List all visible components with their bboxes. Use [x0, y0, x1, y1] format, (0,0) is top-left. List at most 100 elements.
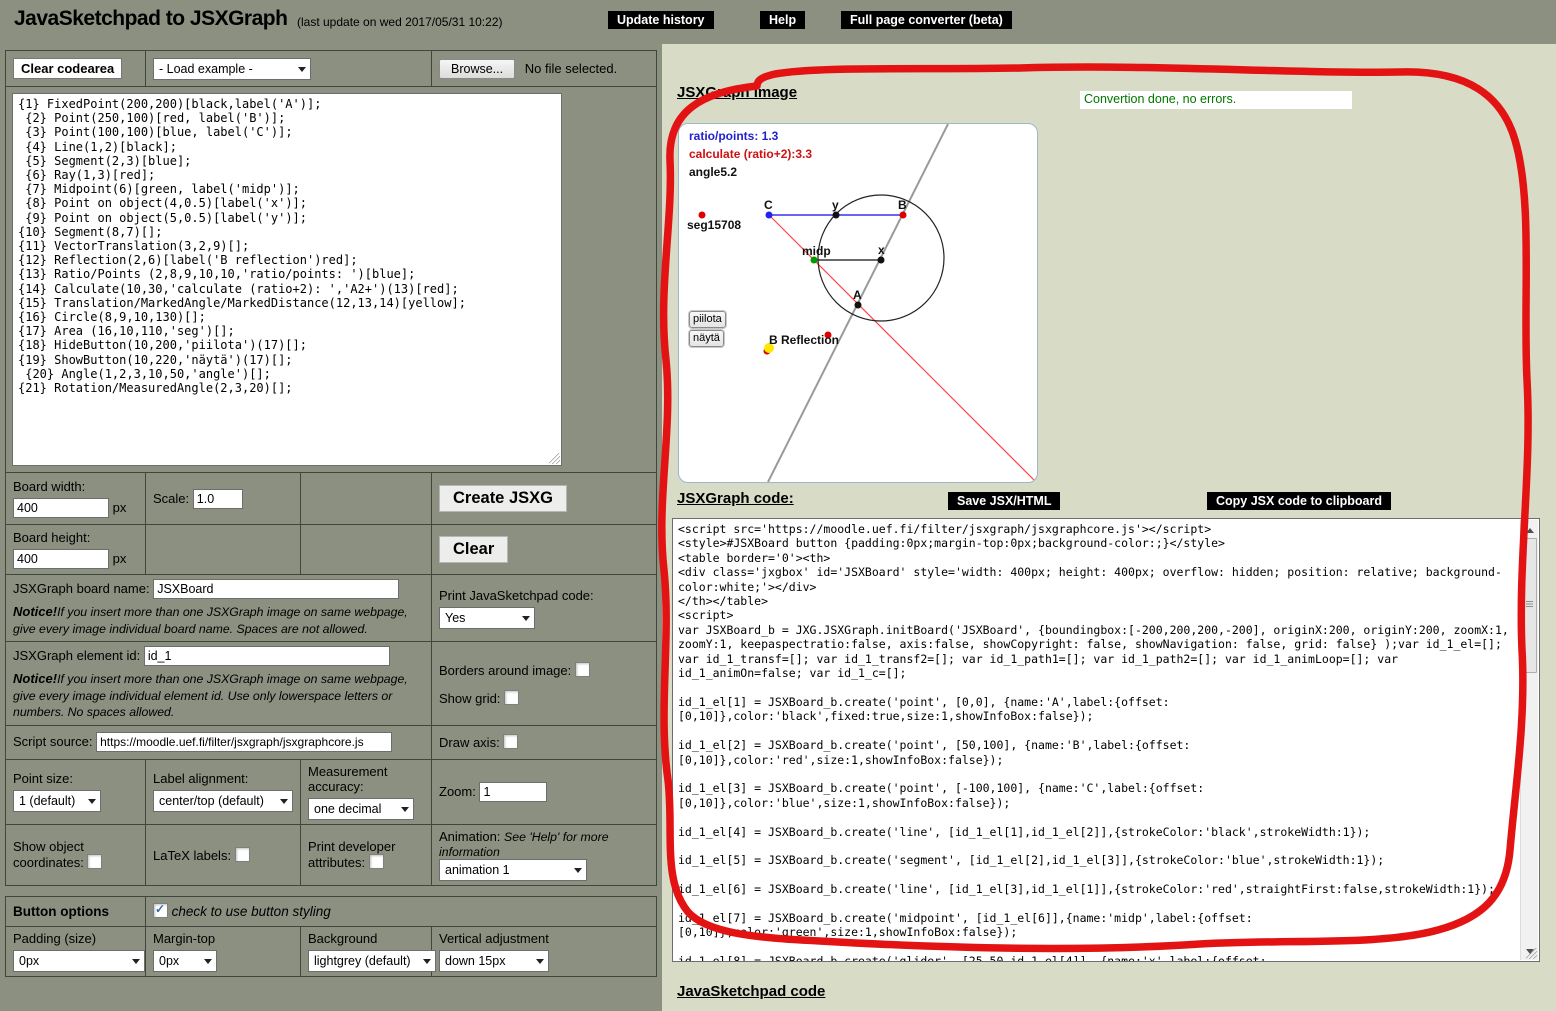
padding-size-label: Padding (size) — [13, 931, 138, 946]
converter-settings-panel: Clear codearea - Load example - Browse..… — [0, 44, 662, 1011]
board-height-label: Board height: — [13, 530, 138, 545]
clear-codearea-button[interactable]: Clear codearea — [13, 58, 122, 79]
chevron-down-icon — [88, 799, 96, 808]
chevron-down-icon — [298, 67, 306, 76]
jsp-code-text[interactable]: {1} FixedPoint(200,200)[black,label('A')… — [13, 94, 561, 398]
output-panel: JSXGraph image Convertion done, no error… — [662, 44, 1556, 1011]
latex-labels-checkbox[interactable] — [235, 847, 250, 862]
board-point-A[interactable] — [855, 302, 862, 309]
no-file-selected-label: No file selected. — [525, 61, 618, 76]
jsxgraph-code-heading: JSXGraph code: — [677, 490, 794, 507]
chevron-down-icon — [204, 959, 212, 968]
button-styling-label: check to use button styling — [172, 904, 331, 919]
update-history-button[interactable]: Update history — [608, 11, 714, 29]
label-alignment-select[interactable]: center/top (default) — [153, 790, 293, 812]
chevron-down-icon — [280, 799, 288, 808]
resize-grip-icon[interactable] — [549, 453, 560, 464]
chevron-down-icon — [423, 959, 431, 968]
board-point-y[interactable] — [833, 212, 840, 219]
jsx-code-text[interactable]: <script src='https://moodle.uef.fi/filte… — [673, 519, 1523, 962]
jsp-code-editor[interactable]: {1} FixedPoint(200,200)[black,label('A')… — [12, 93, 562, 466]
last-update-note: (last update on wed 2017/05/31 10:22) — [297, 15, 503, 29]
board-name-label: JSXGraph board name: — [13, 581, 150, 596]
board-height-input[interactable]: 400 — [13, 549, 109, 569]
animation-select[interactable]: animation 1 — [439, 859, 587, 881]
element-id-notice: Notice!If you insert more than one JSXGr… — [13, 670, 424, 721]
vertical-scrollbar[interactable] — [1520, 520, 1538, 960]
print-developer-attributes-checkbox[interactable] — [369, 854, 384, 869]
resize-grip-icon[interactable] — [1526, 948, 1537, 959]
button-options-table: Button options check to use button styli… — [5, 896, 657, 977]
header-bar: JavaSketchpad to JSXGraph (last update o… — [0, 0, 1556, 44]
show-grid-label: Show grid: — [439, 691, 500, 706]
board-button-piilota[interactable]: piilota — [689, 311, 726, 328]
button-styling-checkbox[interactable] — [153, 903, 168, 918]
draw-axis-checkbox[interactable] — [503, 734, 518, 749]
print-jsp-select[interactable]: Yes — [439, 607, 535, 629]
board-point-C[interactable] — [766, 212, 773, 219]
print-jsp-label: Print JavaSketchpad code: — [439, 588, 649, 603]
full-page-converter-button[interactable]: Full page converter (beta) — [841, 11, 1012, 29]
scrollbar-thumb[interactable] — [1522, 538, 1537, 673]
element-id-input[interactable]: id_1 — [144, 646, 390, 666]
save-jsx-html-button[interactable]: Save JSX/HTML — [948, 492, 1060, 510]
element-id-label: JSXGraph element id: — [13, 648, 140, 663]
show-grid-checkbox[interactable] — [504, 690, 519, 705]
padding-size-select[interactable]: 0px — [13, 950, 145, 972]
board-text: C — [764, 198, 773, 212]
borders-around-image-label: Borders around image: — [439, 663, 571, 678]
chevron-down-icon — [536, 959, 544, 968]
chevron-down-icon — [132, 959, 140, 968]
zoom-input[interactable]: 1 — [479, 782, 547, 802]
scale-input[interactable]: 1.0 — [193, 489, 243, 509]
board-width-input[interactable]: 400 — [13, 498, 109, 518]
board-text: A — [853, 288, 862, 302]
load-example-select[interactable]: - Load example - — [153, 58, 311, 80]
scroll-up-button[interactable] — [1521, 520, 1538, 537]
board-text: seg15708 — [687, 218, 741, 232]
create-jsxg-button[interactable]: Create JSXG — [439, 485, 567, 512]
animation-label: Animation: — [439, 829, 500, 844]
board-width-label: Board width: — [13, 479, 138, 494]
arrow-up-icon — [1526, 524, 1534, 533]
px-unit-label: px — [113, 500, 127, 515]
button-options-heading: Button options — [13, 904, 109, 919]
latex-labels-label: LaTeX labels: — [153, 848, 231, 863]
measurement-accuracy-select[interactable]: one decimal — [308, 798, 414, 820]
draw-axis-label: Draw axis: — [439, 735, 500, 750]
conversion-status: Convertion done, no errors. — [1080, 91, 1352, 109]
borders-around-image-checkbox[interactable] — [575, 662, 590, 677]
browse-file-button[interactable]: Browse... — [439, 59, 515, 79]
vertical-adjustment-label: Vertical adjustment — [439, 931, 649, 946]
vertical-adjustment-select[interactable]: down 15px — [439, 950, 549, 972]
copy-jsx-code-button[interactable]: Copy JSX code to clipboard — [1207, 492, 1391, 510]
show-object-coordinates-checkbox[interactable] — [87, 854, 102, 869]
jsx-code-output[interactable]: <script src='https://moodle.uef.fi/filte… — [672, 518, 1540, 962]
scale-label: Scale: — [153, 491, 189, 506]
board-name-input[interactable]: JSXBoard — [153, 579, 399, 599]
javasketchpad-code-heading: JavaSketchpad code — [677, 983, 825, 1000]
board-point-x[interactable] — [878, 257, 885, 264]
help-button[interactable]: Help — [760, 11, 805, 29]
board-button-näytä[interactable]: näytä — [689, 330, 724, 347]
show-object-coordinates-label: Show object coordinates: — [13, 839, 84, 870]
jsxgraph-canvas[interactable]: ratio/points: 1.3calculate (ratio+2):3.3… — [678, 123, 1038, 483]
margin-top-select[interactable]: 0px — [153, 950, 217, 972]
board-point-B[interactable] — [900, 212, 907, 219]
app-title: JavaSketchpad to JSXGraph — [14, 7, 287, 31]
measurement-accuracy-label: Measurement accuracy: — [308, 764, 424, 794]
thumb-grip-icon — [1526, 601, 1533, 607]
board-text: x — [878, 243, 885, 257]
script-source-input[interactable]: https://moodle.uef.fi/filter/jsxgraph/js… — [96, 732, 392, 752]
zoom-label: Zoom: — [439, 784, 476, 799]
board-svg: ratio/points: 1.3calculate (ratio+2):3.3… — [679, 124, 1037, 482]
point-size-label: Point size: — [13, 771, 138, 786]
clear-button[interactable]: Clear — [439, 536, 508, 563]
board-text: y — [832, 198, 839, 212]
chevron-down-icon — [522, 616, 530, 625]
point-size-select[interactable]: 1 (default) — [13, 790, 101, 812]
jsxgraph-image-heading: JSXGraph image — [677, 84, 797, 101]
margin-top-label: Margin-top — [153, 931, 293, 946]
label-alignment-label: Label alignment: — [153, 771, 293, 786]
background-select[interactable]: lightgrey (default) — [308, 950, 436, 972]
